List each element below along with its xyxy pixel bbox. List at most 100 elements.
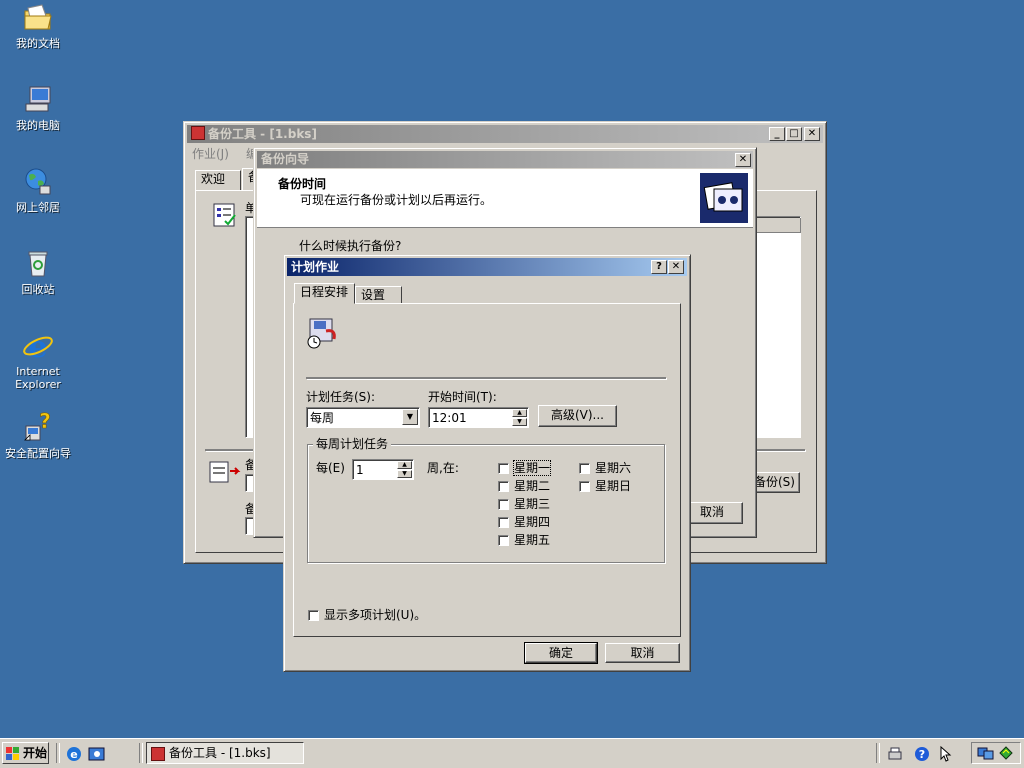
desktop-icon-network[interactable]: 网上邻居: [0, 166, 76, 214]
task-separator: [139, 743, 143, 763]
backup-destination-icon: [209, 461, 241, 483]
tab-welcome[interactable]: 欢迎: [195, 170, 241, 190]
desktop-icon-label: Internet Explorer: [15, 365, 61, 391]
spin-down-icon[interactable]: ▼: [512, 418, 527, 426]
ok-button[interactable]: 确定: [524, 642, 598, 664]
checkbox-wednesday-label[interactable]: 星期三: [514, 497, 550, 511]
spin-down-icon[interactable]: ▼: [397, 470, 412, 478]
tab-settings[interactable]: 设置: [355, 286, 402, 304]
network-tray-icon[interactable]: [977, 745, 995, 761]
start-label: 开始: [23, 746, 48, 760]
checkbox-saturday[interactable]: [579, 463, 590, 474]
checklist-icon: [213, 203, 236, 227]
close-button[interactable]: ✕: [804, 127, 820, 141]
desktop-icon-label: 我的文档: [16, 37, 60, 50]
network-globe-icon: [25, 168, 51, 195]
task-type-value: 每周: [310, 411, 335, 425]
wizard-title: 备份向导: [261, 152, 310, 166]
backup-window-titlebar[interactable]: 备份工具 - [1.bks] _ □ ✕: [187, 125, 823, 143]
start-time-input[interactable]: 12:01 ▲ ▼: [428, 407, 529, 428]
desktop-icon-security-wizard[interactable]: ? 安全配置向导: [0, 412, 76, 460]
printer-tray-icon[interactable]: [886, 746, 904, 762]
security-tray-icon[interactable]: [998, 745, 1014, 761]
task-type-select[interactable]: 每周 ▼: [306, 407, 420, 428]
wizard-header-title: 备份时间: [278, 177, 327, 191]
weekly-group-label: 每周计划任务: [313, 437, 392, 451]
checkbox-sunday[interactable]: [579, 481, 590, 492]
show-desktop-icon[interactable]: [88, 746, 106, 762]
start-time-label: 开始时间(T):: [428, 390, 497, 404]
maximize-button[interactable]: □: [786, 127, 802, 141]
backup-window-title: 备份工具 - [1.bks]: [208, 127, 317, 141]
desktop-icon-my-documents[interactable]: 我的文档: [0, 2, 76, 50]
checkbox-sunday-label[interactable]: 星期日: [595, 479, 631, 493]
chevron-down-icon[interactable]: ▼: [402, 409, 418, 425]
column-header[interactable]: [754, 218, 801, 233]
checkbox-friday[interactable]: [498, 535, 509, 546]
schedule-close-button[interactable]: ✕: [668, 260, 684, 274]
wizard-header-subtitle: 可现在运行备份或计划以后再运行。: [300, 193, 493, 207]
backup-menu-jobs[interactable]: 作业(J): [192, 145, 229, 162]
checkbox-tuesday[interactable]: [498, 481, 509, 492]
weeks-on-label: 周,在:: [427, 461, 459, 475]
wizard-question: 什么时候执行备份?: [299, 239, 402, 253]
checkbox-friday-label[interactable]: 星期五: [514, 533, 550, 547]
cursor-tray-icon[interactable]: [938, 745, 952, 763]
spin-up-icon[interactable]: ▲: [397, 461, 412, 469]
desktop-icon-my-computer[interactable]: 我的电脑: [0, 84, 76, 132]
desktop-icon-label: 回收站: [21, 283, 55, 296]
wizard-titlebar[interactable]: 备份向导 ✕: [257, 151, 753, 168]
checkbox-wednesday[interactable]: [498, 499, 509, 510]
start-time-value: 12:01: [432, 411, 467, 425]
checkbox-thursday-label[interactable]: 星期四: [514, 515, 550, 529]
quick-launch-separator: [56, 743, 60, 763]
schedule-titlebar[interactable]: 计划作业 ? ✕: [287, 258, 687, 276]
help-button[interactable]: ?: [651, 260, 667, 274]
scheduled-backup-icon: [307, 318, 336, 349]
task-type-label: 计划任务(S):: [306, 390, 376, 404]
taskbar-item-label: 备份工具 - [1.bks]: [169, 746, 271, 760]
every-weeks-value: 1: [356, 463, 364, 477]
advanced-button[interactable]: 高级(V)...: [538, 405, 617, 427]
every-label: 每(E): [316, 461, 345, 475]
svg-text:e: e: [28, 330, 47, 362]
minimize-button[interactable]: _: [769, 127, 785, 141]
taskbar: 开始 e 备份工具 - [1.bks] ?: [0, 738, 1024, 768]
svg-text:e: e: [70, 748, 77, 761]
checkbox-tuesday-label[interactable]: 星期二: [514, 479, 550, 493]
checkbox-thursday[interactable]: [498, 517, 509, 528]
wizard-close-button[interactable]: ✕: [735, 153, 751, 167]
tab-schedule[interactable]: 日程安排: [294, 283, 355, 304]
every-weeks-input[interactable]: 1 ▲ ▼: [352, 459, 414, 480]
help-tray-icon[interactable]: ?: [914, 746, 930, 762]
svg-text:?: ?: [919, 748, 925, 761]
desktop-icon-recycle-bin[interactable]: 回收站: [0, 248, 76, 296]
system-tray: [971, 742, 1021, 764]
backup-app-icon: [151, 747, 165, 761]
taskbar-item-backup[interactable]: 备份工具 - [1.bks]: [146, 742, 304, 764]
wizard-header: 备份时间 可现在运行备份或计划以后再运行。: [257, 169, 753, 228]
windows-logo-icon: [6, 747, 19, 760]
checkbox-monday-label[interactable]: 星期一: [512, 460, 552, 476]
show-multiple-label[interactable]: 显示多项计划(U)。: [324, 608, 426, 622]
desktop-icon-label: 安全配置向导: [5, 447, 71, 460]
backup-app-icon: [191, 126, 205, 140]
desktop-icon-label: 网上邻居: [16, 201, 60, 214]
checkbox-saturday-label[interactable]: 星期六: [595, 461, 631, 475]
backup-tape-icon: [700, 173, 748, 223]
cancel-button[interactable]: 取消: [605, 643, 680, 663]
spin-up-icon[interactable]: ▲: [512, 409, 527, 417]
desktop-icon-internet-explorer[interactable]: e Internet Explorer: [0, 330, 76, 391]
ie-quicklaunch-icon[interactable]: e: [65, 746, 83, 762]
svg-text:?: ?: [39, 412, 51, 433]
checkbox-show-multiple[interactable]: [308, 610, 319, 621]
desktop-icon-label: 我的电脑: [16, 119, 60, 132]
security-wizard-icon: ?: [24, 412, 51, 441]
internet-explorer-icon: e: [23, 330, 53, 362]
schedule-title: 计划作业: [291, 260, 340, 274]
schedule-job-dialog: 计划作业 ? ✕ 日程安排 设置 计划任务(S): 每周 ▼ 开始时间(T): …: [283, 254, 691, 672]
checkbox-monday[interactable]: [498, 463, 509, 474]
folder-icon: [24, 4, 52, 30]
computer-icon: [25, 86, 51, 112]
start-button[interactable]: 开始: [2, 742, 49, 764]
